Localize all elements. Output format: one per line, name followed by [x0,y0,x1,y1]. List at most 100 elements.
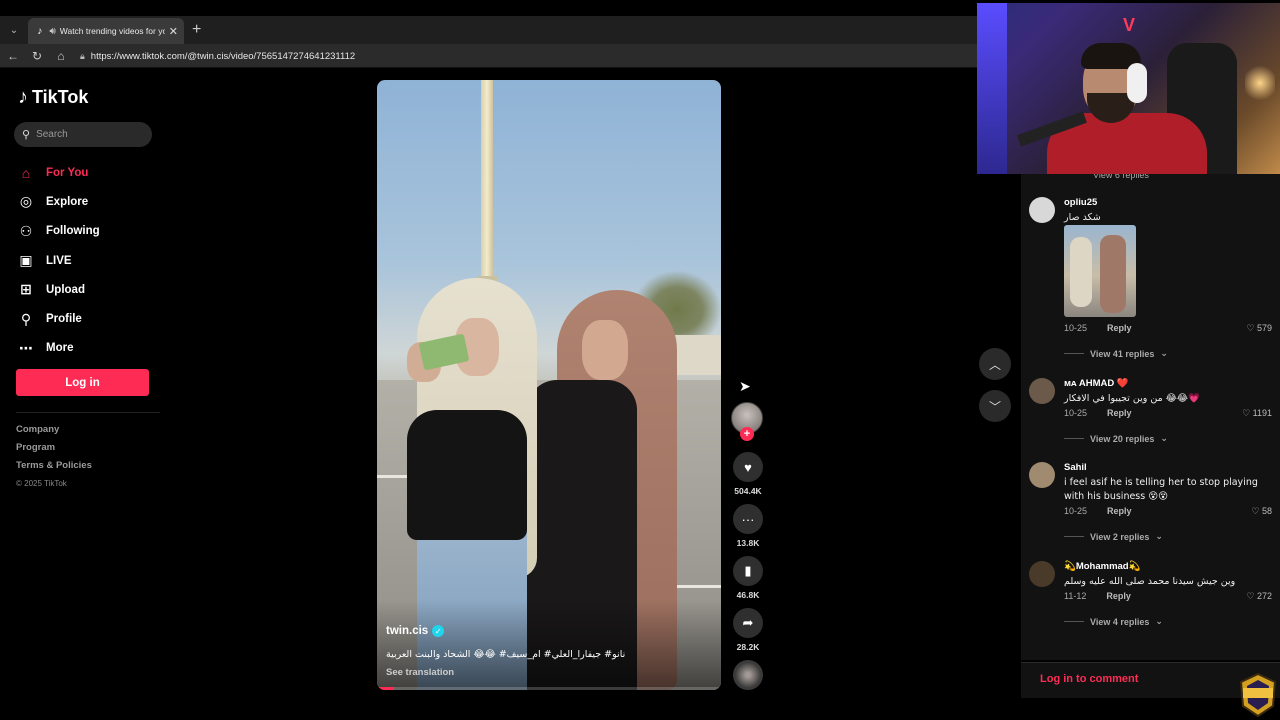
author-name: twin.cis [386,625,429,637]
reply-button[interactable]: Reply [1106,591,1131,601]
footer-company-link[interactable]: Company [16,424,92,442]
video-actions: + ♥ 504.4K ··· 13.8K ▮ 46.8K ➦ 28.2K [731,402,765,690]
sidebar-item-label: Profile [46,313,82,326]
next-video-button[interactable]: ﹀ [979,390,1011,422]
avatar[interactable] [1029,378,1055,404]
video-person-right-face [582,320,628,380]
search-icon: ⚲ [22,129,31,141]
footer-links: Company Program Terms & Policies © 2025 … [16,424,92,496]
reply-button[interactable]: Reply [1107,408,1132,418]
comment-user[interactable]: opliu25 [1064,197,1097,208]
comment-count: 13.8K [736,538,760,548]
tiktok-logo[interactable]: ♪ TikTok [18,86,88,109]
site-info-icon[interactable]: 🔒︎ [80,51,85,62]
comment-text: وين جيش سيدنا محمد صلى الله عليه وسلم [1064,576,1236,587]
sidebar-item-upload[interactable]: ⊞ Upload [16,275,166,304]
video-author[interactable]: twin.cis ✓ [386,625,445,637]
headset-icon [1127,63,1147,103]
avatar[interactable] [1029,561,1055,587]
comment-action[interactable]: ··· 13.8K [731,504,765,548]
browser-tab[interactable]: ♪ 🔊︎ Watch trending videos for you | Tik… [28,18,184,44]
following-icon: ⚇ [19,222,33,239]
new-tab-button[interactable]: + [192,20,201,40]
comment-like[interactable]: ♡ 1191 [1242,408,1272,419]
view-replies-link[interactable]: View 20 replies ⌄ [1064,433,1168,444]
sidebar-item-label: LIVE [46,254,72,267]
comment-text: شكد صار [1064,212,1101,223]
reply-button[interactable]: Reply [1107,506,1132,516]
sidebar-item-more[interactable]: ⋯ More [16,334,166,363]
sidebar-item-label: For You [46,166,89,179]
tab-search-icon[interactable]: ⌄ [6,20,22,40]
author-avatar[interactable]: + [731,402,763,441]
more-icon: ⋯ [19,339,33,356]
comment-meta: 10-25 Reply [1064,506,1132,516]
profile-icon: ⚲ [20,310,32,327]
view-replies-link[interactable]: View 2 replies ⌄ [1064,531,1163,542]
url-field[interactable]: 🔒︎ https://www.tiktok.com/@twin.cis/vide… [76,46,980,66]
heart-icon[interactable]: ♥ [733,452,763,482]
share-count: 28.2K [736,642,760,652]
comment-icon[interactable]: ··· [733,504,763,534]
url-text: https://www.tiktok.com/@twin.cis/video/7… [90,50,356,62]
back-icon[interactable]: ← [4,47,22,65]
view-replies-link[interactable]: View 41 replies ⌄ [1064,348,1168,359]
sidebar-item-explore[interactable]: ◎ Explore [16,187,166,216]
comment-user[interactable]: Sahil [1064,462,1087,473]
neon-logo-icon: V [1123,15,1136,35]
tiktok-favicon-icon: ♪ [37,25,43,37]
comment-date: 10-25 [1064,323,1088,333]
search-input[interactable] [36,129,137,140]
comment-like-count: 272 [1256,591,1272,601]
webcam-lamp [1245,63,1275,103]
sidebar-item-profile[interactable]: ⚲ Profile [16,304,166,333]
logo-text: TikTok [32,87,89,107]
view-replies-link[interactable]: View 4 replies ⌄ [1064,616,1163,627]
login-button[interactable]: Log in [16,369,149,396]
comment-like-count: 579 [1256,323,1272,333]
video-caption: نانو# جيفارا_العلي# ام_سيف# 😂😂 الشحاد وا… [386,649,626,660]
address-bar: ← ↻ ⌂ 🔒︎ https://www.tiktok.com/@twin.ci… [0,44,980,68]
share-action[interactable]: ➦ 28.2K [731,608,765,652]
like-action[interactable]: ♥ 504.4K [731,452,765,496]
video-player[interactable]: twin.cis ✓ نانو# جيفارا_العلي# ام_سيف# 😂… [377,80,721,690]
footer-program-link[interactable]: Program [16,442,92,460]
bookmark-icon[interactable]: ▮ [733,556,763,586]
search-box[interactable]: ⚲ [14,122,152,147]
tiktok-note-icon: ♪ [18,86,28,108]
video-person-left-body [407,410,527,540]
previous-video-button[interactable]: ︿ [979,348,1011,380]
sidebar-item-label: Explore [46,195,89,208]
footer-terms-link[interactable]: Terms & Policies [16,460,92,478]
comment-like[interactable]: ♡ 272 [1246,591,1272,602]
follow-plus-icon[interactable]: + [740,427,754,441]
avatar[interactable] [1029,462,1055,488]
comment-user[interactable]: 💫Mohammad💫 [1064,561,1140,572]
sidebar-item-label: Upload [46,283,85,296]
sidebar-item-following[interactable]: ⚇ Following [16,217,166,246]
comment-user[interactable]: ᴍᴀ AHMAD ❤️ [1064,378,1129,389]
sidebar-item-live[interactable]: ▣ LIVE [16,246,166,275]
close-tab-icon[interactable]: ✕ [169,25,178,38]
share-icon[interactable]: ➦ [733,608,763,638]
reply-button[interactable]: Reply [1107,323,1132,333]
comment-like[interactable]: ♡ 58 [1251,506,1272,517]
save-action[interactable]: ▮ 46.8K [731,556,765,600]
sidebar-item-label: Following [46,225,100,238]
avatar[interactable] [1029,197,1055,223]
video-progress-bar[interactable] [377,687,721,690]
comment-image[interactable] [1064,225,1136,317]
copyright-text: © 2025 TikTok [16,479,67,488]
comment-meta: 10-25 Reply [1064,408,1132,418]
see-translation-link[interactable]: See translation [386,667,454,678]
comment-like[interactable]: ♡ 579 [1246,323,1272,334]
home-page-icon[interactable]: ⌂ [52,47,70,65]
comment-date: 10-25 [1064,506,1088,516]
speaker-icon[interactable]: 🔊︎ [49,26,55,37]
comment-meta: 10-25 Reply [1064,323,1132,333]
music-disc-icon[interactable] [733,660,763,690]
sidebar-item-for-you[interactable]: ⌂ For You [16,158,166,187]
video-progress-fill [377,687,395,690]
reload-icon[interactable]: ↻ [28,47,46,65]
live-icon: ▣ [19,252,33,269]
